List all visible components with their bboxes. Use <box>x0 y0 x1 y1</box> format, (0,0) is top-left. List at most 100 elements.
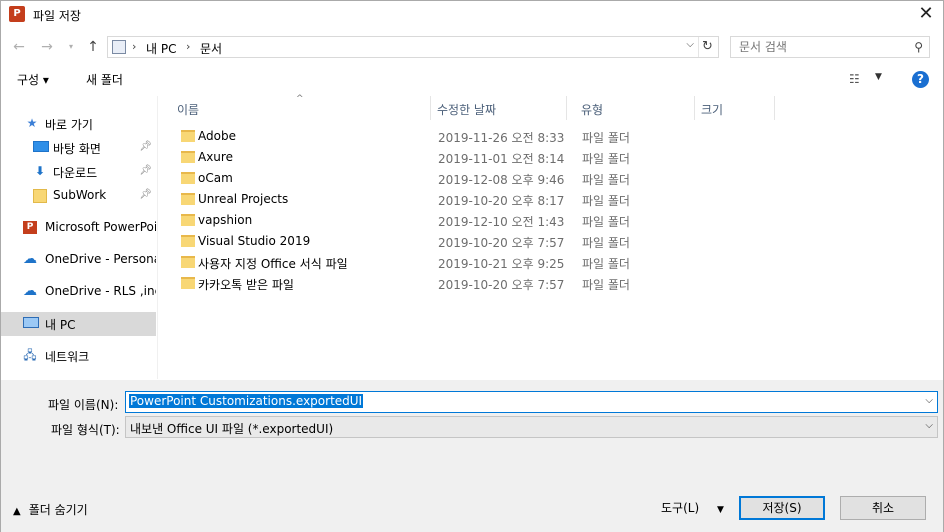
onedrive-icon: ☁ <box>23 251 37 267</box>
save-form-area: 파일 이름(N): PowerPoint Customizations.expo… <box>1 380 943 532</box>
nav-label: Microsoft PowerPoin <box>45 220 156 234</box>
organize-button[interactable]: 구성 ▾ <box>17 71 49 88</box>
nav-downloads[interactable]: ⬇ 다운로드 📌︎ <box>1 160 156 184</box>
breadcrumb-pc[interactable]: 내 PC <box>146 40 176 57</box>
chevron-up-icon: ▲ <box>13 506 21 517</box>
star-icon: ★ <box>26 116 38 130</box>
file-name: Visual Studio 2019 <box>198 234 311 248</box>
file-date: 2019-12-08 오후 9:46 <box>438 173 565 187</box>
new-folder-button[interactable]: 새 폴더 <box>86 71 123 88</box>
nav-this-pc[interactable]: 내 PC <box>1 312 156 336</box>
breadcrumb-separator-icon: › <box>186 40 191 53</box>
chevron-down-icon[interactable]: ⌵ <box>925 395 933 406</box>
folder-icon <box>181 235 195 247</box>
breadcrumb-separator-icon: › <box>132 40 137 53</box>
close-icon: ✕ <box>918 3 934 24</box>
onedrive-icon: ☁ <box>23 283 37 299</box>
column-header-size[interactable]: 크기 <box>685 96 775 120</box>
file-date: 2019-11-26 오전 8:33 <box>438 131 565 145</box>
nav-label: 다운로드 <box>53 166 98 180</box>
nav-powerpoint[interactable]: P Microsoft PowerPoin <box>1 216 156 240</box>
nav-label: 바로 가기 <box>45 118 93 132</box>
window-title: 파일 저장 <box>33 9 81 23</box>
file-name: Adobe <box>198 129 236 143</box>
chevron-down-icon: ▾ <box>68 42 73 51</box>
file-type: 파일 폴더 <box>582 194 630 208</box>
nav-quick-access[interactable]: ★ 바로 가기 <box>1 112 156 136</box>
folder-icon <box>181 193 195 205</box>
save-button[interactable]: 저장(S) <box>739 496 825 520</box>
refresh-button[interactable]: ↻ <box>698 37 716 57</box>
table-row[interactable]: Visual Studio 2019 2019-10-20 오후 7:57 파일… <box>161 231 761 252</box>
filetype-select[interactable]: 내보낸 Office UI 파일 (*.exportedUI) ⌵ <box>125 416 938 438</box>
file-type: 파일 폴더 <box>582 278 630 292</box>
folder-icon <box>181 130 195 142</box>
filetype-value: 내보낸 Office UI 파일 (*.exportedUI) <box>130 422 334 436</box>
file-type: 파일 폴더 <box>582 215 630 229</box>
nav-label: SubWork <box>53 188 107 202</box>
table-row[interactable]: Adobe 2019-11-26 오전 8:33 파일 폴더 <box>161 126 761 147</box>
search-input[interactable] <box>731 37 901 57</box>
pin-icon[interactable]: 📌︎ <box>139 189 152 200</box>
column-header-type[interactable]: 유형 <box>565 96 695 120</box>
breadcrumb-documents[interactable]: 문서 <box>200 40 222 57</box>
recent-locations-button[interactable]: ▾ <box>61 37 81 57</box>
folder-icon <box>181 172 195 184</box>
up-button[interactable]: ↑ <box>83 37 103 57</box>
column-header-name[interactable]: 이름 ^ <box>161 94 431 120</box>
nav-subwork[interactable]: SubWork 📌︎ <box>1 184 156 208</box>
file-type: 파일 폴더 <box>582 131 630 145</box>
desktop-icon <box>33 141 49 152</box>
view-options-icon[interactable]: ☷ <box>849 72 860 86</box>
search-box[interactable]: ⚲ <box>730 36 930 58</box>
file-date: 2019-10-20 오후 8:17 <box>438 194 565 208</box>
table-row[interactable]: vapshion 2019-12-10 오전 1:43 파일 폴더 <box>161 210 761 231</box>
pin-icon[interactable]: 📌︎ <box>139 141 152 152</box>
address-row: ← → ▾ ↑ › 내 PC › 문서 ⌵ ↻ ⚲ <box>1 33 943 61</box>
nav-onedrive-personal[interactable]: ☁ OneDrive - Personal <box>1 248 156 272</box>
tools-label: 도구(L) <box>661 501 700 515</box>
cancel-button[interactable]: 취소 <box>840 496 926 520</box>
save-file-dialog: P 파일 저장 ✕ ← → ▾ ↑ › 내 PC › 문서 ⌵ ↻ ⚲ 구성 ▾… <box>0 0 944 532</box>
arrow-up-icon: ↑ <box>87 39 99 55</box>
file-name: vapshion <box>198 213 253 227</box>
navigation-pane: ★ 바로 가기 바탕 화면 📌︎ ⬇ 다운로드 📌︎ SubWork 📌︎ P … <box>1 96 158 379</box>
hide-folders-button[interactable]: ▲ 폴더 숨기기 <box>13 501 88 518</box>
tools-button[interactable]: 도구(L) ▼ <box>661 499 724 516</box>
table-row[interactable]: Axure 2019-11-01 오전 8:14 파일 폴더 <box>161 147 761 168</box>
file-list: 이름 ^ 수정한 날짜 유형 크기 Adobe 2019-11-26 오전 8:… <box>161 94 943 379</box>
table-row[interactable]: 카카오톡 받은 파일 2019-10-20 오후 7:57 파일 폴더 <box>161 273 761 294</box>
nav-network[interactable]: 🖧︎ 네트워크 <box>1 344 156 368</box>
address-bar[interactable]: › 내 PC › 문서 ⌵ ↻ <box>107 36 719 58</box>
file-date: 2019-12-10 오전 1:43 <box>438 215 565 229</box>
help-button[interactable]: ? <box>912 71 929 88</box>
filename-label: 파일 이름(N): <box>48 398 119 412</box>
column-label: 크기 <box>701 103 724 117</box>
back-button[interactable]: ← <box>9 37 29 57</box>
command-bar: 구성 ▾ 새 폴더 ☷ ▼ ? <box>1 64 943 94</box>
table-row[interactable]: 사용자 지정 Office 서식 파일 2019-10-21 오후 9:25 파… <box>161 252 761 273</box>
forward-button[interactable]: → <box>37 37 57 57</box>
pin-icon[interactable]: 📌︎ <box>139 165 152 176</box>
nav-label: OneDrive - Personal <box>45 252 156 266</box>
file-date: 2019-10-20 오후 7:57 <box>438 236 565 250</box>
address-dropdown-icon[interactable]: ⌵ <box>686 39 694 50</box>
filename-input[interactable]: PowerPoint Customizations.exportedUI ⌵ <box>125 391 938 413</box>
hide-folders-label: 폴더 숨기기 <box>28 503 88 517</box>
table-row[interactable]: oCam 2019-12-08 오후 9:46 파일 폴더 <box>161 168 761 189</box>
file-type: 파일 폴더 <box>582 173 630 187</box>
column-header-date[interactable]: 수정한 날짜 <box>421 96 567 120</box>
view-dropdown-icon[interactable]: ▼ <box>875 72 882 82</box>
arrow-left-icon: ← <box>13 39 25 55</box>
file-name: 카카오톡 받은 파일 <box>198 278 294 292</box>
sort-ascending-icon: ^ <box>296 94 304 104</box>
nav-desktop[interactable]: 바탕 화면 📌︎ <box>1 136 156 160</box>
close-button[interactable]: ✕ <box>909 1 943 29</box>
nav-label: 바탕 화면 <box>53 142 101 156</box>
table-row[interactable]: Unreal Projects 2019-10-20 오후 8:17 파일 폴더 <box>161 189 761 210</box>
file-type: 파일 폴더 <box>582 152 630 166</box>
nav-onedrive-rls[interactable]: ☁ OneDrive - RLS ,inc <box>1 280 156 304</box>
folder-icon <box>181 214 195 226</box>
column-label: 이름 <box>177 103 200 117</box>
network-icon: 🖧︎ <box>23 348 37 362</box>
